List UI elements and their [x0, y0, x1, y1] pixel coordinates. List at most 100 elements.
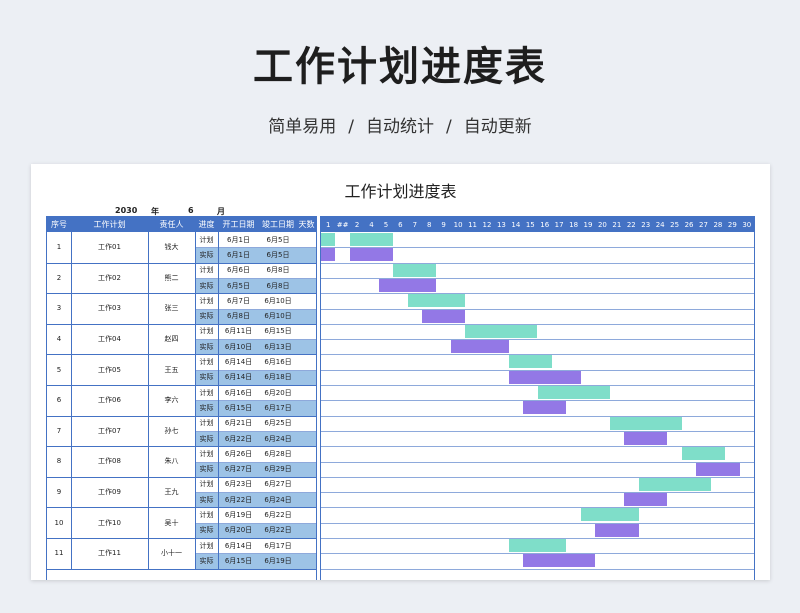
actual-bar: [696, 462, 740, 476]
actual-start-date: 6月20日: [224, 526, 253, 535]
plan-start-date: 6月23日: [224, 480, 253, 489]
actual-start-date: 6月14日: [224, 373, 253, 382]
day-header: 27: [699, 220, 708, 229]
plan-bar: [580, 508, 639, 522]
owner-name: 李六: [164, 396, 179, 405]
gantt-row-divider: [321, 415, 754, 417]
actual-start-date: 6月5日: [227, 281, 250, 290]
day-header: 14: [511, 220, 521, 229]
plan-bar: [508, 539, 567, 552]
actual-bar: [595, 523, 639, 537]
row-divider: [195, 461, 316, 463]
plan-end-date: 6月25日: [264, 419, 292, 428]
actual-start-date: 6月27日: [224, 465, 253, 474]
progress-plan-label: 计划: [199, 327, 214, 336]
subtitle: 简单易用 / 自动统计 / 自动更新: [0, 112, 800, 137]
owner-name: 朱八: [164, 457, 179, 466]
subtitle-item: 自动更新: [463, 117, 532, 137]
plan-end-date: 6月5日: [266, 235, 290, 244]
header-start: 开工日期: [222, 220, 255, 229]
plan-end-date: 6月10日: [264, 296, 292, 305]
plan-end-date: 6月20日: [264, 388, 292, 397]
day-header: 17: [554, 220, 564, 229]
row-divider: [47, 568, 316, 570]
actual-end-date: 6月24日: [264, 495, 292, 504]
day-header: 29: [727, 220, 737, 229]
day-header: 16: [540, 220, 550, 229]
owner-name: 吴十: [164, 518, 179, 527]
day-header: 25: [670, 220, 680, 229]
subtitle-separator: /: [446, 117, 452, 137]
sheet-title: 工作计划进度表: [344, 182, 457, 201]
row-number: 6: [56, 396, 62, 405]
column-divider: [71, 232, 72, 569]
plan-bar: [465, 324, 538, 338]
actual-bar: [624, 431, 668, 445]
owner-name: 小十一: [161, 549, 182, 558]
row-number: 10: [54, 518, 64, 527]
gantt-row-divider: [321, 461, 754, 463]
row-number: 11: [54, 549, 64, 558]
day-header: 20: [597, 220, 607, 229]
owner-name: 钱大: [164, 243, 179, 252]
progress-plan-label: 计划: [199, 358, 214, 367]
plan-bar: [321, 233, 336, 246]
actual-bar: [523, 401, 567, 415]
plan-bar: [537, 386, 610, 399]
header-days: 天数: [298, 220, 315, 229]
day-header: 15: [525, 220, 535, 229]
gantt-row-divider: [321, 339, 754, 341]
page-title: 工作计划进度表: [253, 44, 547, 90]
day-header: 10: [453, 220, 463, 229]
plan-start-date: 6月7日: [227, 296, 250, 305]
plan-end-date: 6月27日: [264, 480, 292, 489]
plan-bar: [393, 263, 437, 277]
row-number: 1: [56, 243, 62, 252]
task-name: 工作04: [98, 335, 121, 344]
day-header: 2: [354, 220, 360, 229]
plan-bar: [508, 355, 552, 369]
progress-plan-label: 计划: [199, 388, 214, 397]
spreadsheet-sheet: 工作计划进度表 2030 年 6 月 序号 工作计划 责任人 进度 开工日期 竣工日期 天数…: [31, 164, 770, 580]
progress-actual-label: 实际: [199, 526, 214, 535]
row-number: 4: [56, 335, 62, 344]
progress-plan-label: 计划: [199, 235, 214, 244]
row-divider: [195, 308, 316, 310]
plan-start-date: 6月14日: [224, 358, 253, 367]
day-header: 8: [427, 220, 432, 229]
plan-bar: [609, 416, 682, 430]
actual-bar: [349, 248, 394, 262]
header-no: 序号: [51, 220, 67, 229]
actual-end-date: 6月17日: [264, 403, 292, 412]
row-number: 9: [56, 488, 62, 497]
plan-bar: [638, 477, 711, 491]
progress-plan-label: 计划: [199, 419, 214, 428]
column-divider: [148, 232, 149, 569]
plan-start-date: 6月16日: [224, 388, 253, 397]
plan-end-date: 6月17日: [264, 541, 292, 550]
owner-name: 张三: [164, 304, 179, 313]
header-task: 工作计划: [93, 220, 126, 229]
header-end: 竣工日期: [262, 220, 294, 229]
plan-start-date: 6月11日: [224, 327, 253, 336]
actual-end-date: 6月13日: [264, 342, 292, 351]
actual-end-date: 6月5日: [266, 250, 290, 259]
owner-name: 熊二: [164, 273, 179, 282]
owner-name: 王五: [164, 365, 179, 374]
actual-bar: [624, 493, 668, 507]
row-divider: [195, 400, 316, 402]
row-number: 5: [56, 365, 62, 374]
actual-start-date: 6月22日: [224, 495, 253, 504]
row-divider: [195, 522, 316, 524]
plan-bar: [349, 233, 394, 246]
day-header: 9: [441, 220, 446, 229]
actual-bar: [508, 370, 581, 384]
actual-start-date: 6月1日: [227, 250, 250, 259]
row-divider: [195, 492, 316, 494]
gantt-chart: 1 ## 2 4 5 6 7 8 9 10 11 12 13 14 15 16 17 18 19 20 21 22 23 24…: [320, 216, 755, 580]
actual-start-date: 6月22日: [224, 434, 253, 443]
row-divider: [195, 553, 316, 555]
gantt-row-divider: [321, 293, 754, 295]
plan-start-date: 6月26日: [224, 449, 253, 458]
progress-actual-label: 实际: [199, 465, 214, 474]
